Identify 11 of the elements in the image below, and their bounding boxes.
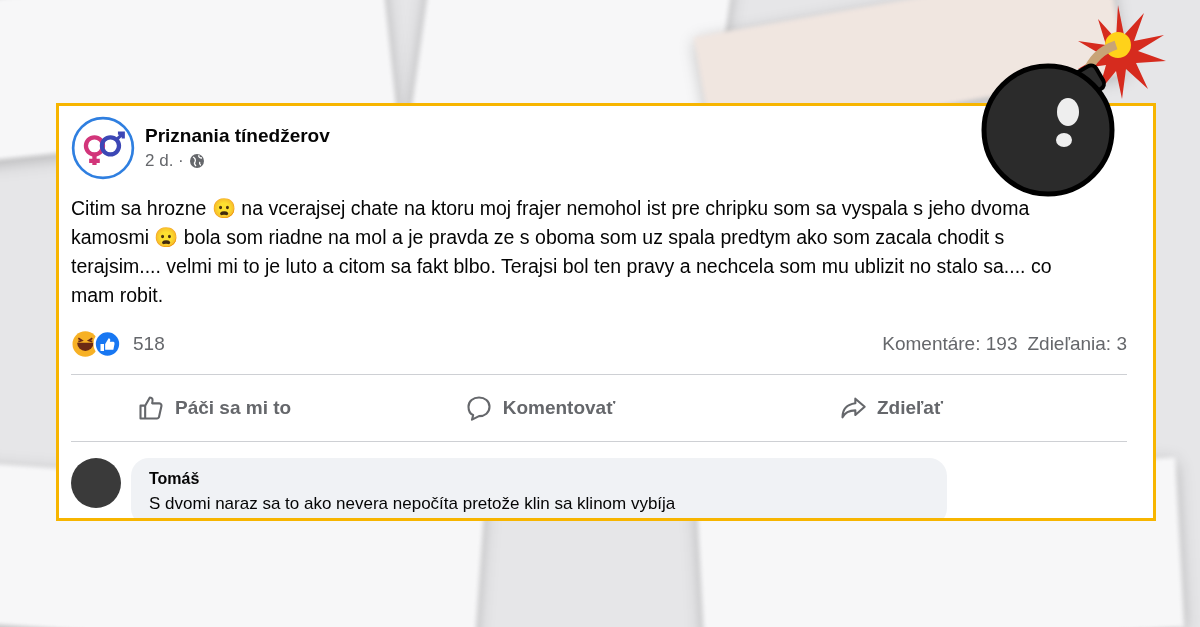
- comment-text: S dvomi naraz sa to ako nevera nepočíta pretože klin sa klinom vybíja: [149, 494, 677, 514]
- page-name[interactable]: Priznania tínedžerov: [145, 125, 330, 147]
- share-button[interactable]: Zdieľať: [678, 375, 1073, 441]
- post-text: Citim sa hrozne 😦 na vcerajsej chate na ktoru moj frajer nemohol ist pre chripku som sa vyspala s jeho dvoma kamosmi 😦 bola som riadne na mol a je pravda ze s oboma som uz spala predtym ako som zacala chodit s terajsim.... velmi mi to je luto a citom sa fakt blbo. Terajsi bol ten pravy a nechcela som mu ublizit no stalo sa.... co mam robit.: [71, 196, 1053, 308]
- shares-count[interactable]: Zdieľania: 3: [1027, 333, 1127, 355]
- reaction-count[interactable]: 518: [133, 333, 165, 355]
- comment-author[interactable]: Tomáš: [149, 470, 929, 488]
- comments-count[interactable]: Komentáre: 193: [882, 333, 1018, 355]
- post-time[interactable]: 2 d. ·: [145, 151, 184, 171]
- comment-button[interactable]: Komentovať: [401, 375, 679, 441]
- like-button[interactable]: Páči sa mi to: [125, 375, 402, 441]
